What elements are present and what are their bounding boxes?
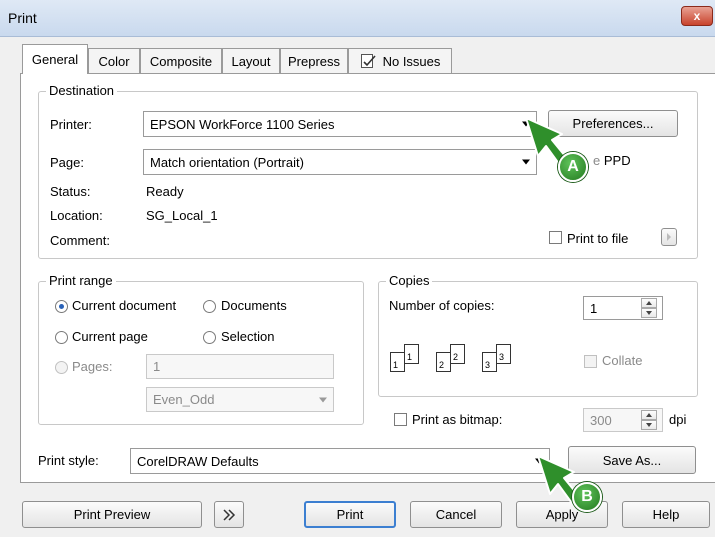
status-value: Ready — [146, 184, 184, 199]
number-of-copies-label: Number of copies: — [389, 298, 495, 313]
page-sheet: 1 — [390, 352, 405, 372]
print-preview-button[interactable]: Print Preview — [22, 501, 202, 528]
tab-no-issues[interactable]: No Issues — [348, 48, 452, 73]
tab-label: General — [31, 52, 79, 67]
print-as-bitmap-label: Print as bitmap: — [412, 412, 503, 427]
collate-checkbox[interactable] — [584, 355, 597, 368]
tab-label: Prepress — [287, 53, 341, 69]
arrow-up-icon — [646, 413, 652, 417]
documents-radio[interactable] — [203, 300, 216, 313]
close-icon: x — [693, 9, 701, 23]
dpi-up-button[interactable] — [641, 410, 657, 420]
current-document-radio[interactable] — [55, 300, 68, 313]
check-document-icon — [360, 54, 376, 68]
window-title: Print — [8, 10, 37, 26]
print-range-legend: Print range — [46, 273, 116, 288]
print-to-file-checkbox[interactable] — [549, 231, 562, 244]
pages-label: Pages: — [72, 359, 113, 374]
copies-up-button[interactable] — [641, 298, 657, 308]
pages-input[interactable]: 1 — [146, 354, 334, 379]
dpi-unit-label: dpi — [669, 412, 687, 427]
page-value: Match orientation (Portrait) — [150, 154, 304, 170]
page-sheet: 1 — [404, 344, 419, 364]
current-document-label: Current document — [72, 298, 177, 313]
page-sheet: 2 — [436, 352, 451, 372]
printer-label: Printer: — [50, 117, 92, 132]
use-ppd-label[interactable]: e PPD — [593, 153, 631, 168]
cancel-button[interactable]: Cancel — [410, 501, 502, 528]
tab-composite[interactable]: Composite — [140, 48, 222, 73]
double-chevron-right-icon — [223, 508, 236, 521]
copies-down-button[interactable] — [641, 308, 657, 318]
location-value: SG_Local_1 — [146, 208, 218, 223]
current-page-radio[interactable] — [55, 331, 68, 344]
ppd-text: PPD — [603, 153, 631, 168]
tab-prepress[interactable]: Prepress — [280, 48, 348, 73]
tab-layout[interactable]: Layout — [222, 48, 280, 73]
print-style-label: Print style: — [38, 453, 99, 468]
collate-preview-icon: 1 1 2 2 3 3 — [390, 344, 530, 372]
pages-value: 1 — [153, 359, 161, 374]
collate-label: Collate — [602, 353, 643, 368]
tab-general[interactable]: General — [22, 44, 88, 74]
callout-a-badge: A — [558, 152, 588, 182]
selection-radio[interactable] — [203, 331, 216, 344]
callout-b-badge: B — [572, 482, 602, 512]
dpi-down-button[interactable] — [641, 420, 657, 430]
print-button[interactable]: Print — [304, 501, 396, 528]
printer-value: EPSON WorkForce 1100 Series — [150, 116, 335, 132]
comment-label: Comment: — [50, 233, 110, 248]
tab-label: No Issues — [382, 53, 441, 69]
tab-label: Color — [98, 53, 130, 69]
copies-legend: Copies — [386, 273, 433, 288]
use-ppd-fragment: e — [593, 153, 601, 168]
page-sheet: 3 — [482, 352, 497, 372]
tab-label: Composite — [149, 53, 213, 69]
page-sheet: 2 — [450, 344, 465, 364]
current-page-label: Current page — [72, 329, 148, 344]
tab-color[interactable]: Color — [88, 48, 140, 73]
selection-label: Selection — [221, 329, 275, 344]
chevron-right-icon — [667, 233, 671, 241]
dpi-value: 300 — [590, 412, 612, 428]
status-label: Status: — [50, 184, 91, 199]
print-as-bitmap-checkbox[interactable] — [394, 413, 407, 426]
close-button[interactable]: x — [681, 6, 713, 26]
arrow-up-icon — [646, 301, 652, 305]
arrow-down-icon — [646, 311, 652, 315]
number-of-copies-value: 1 — [590, 300, 598, 316]
print-to-file-options-button[interactable] — [661, 228, 677, 246]
chevron-down-icon — [319, 397, 327, 402]
location-label: Location: — [50, 208, 103, 223]
even-odd-value: Even_Odd — [153, 392, 215, 407]
even-odd-select[interactable]: Even_Odd — [146, 387, 334, 412]
print-style-select[interactable]: CorelDRAW Defaults — [130, 448, 550, 474]
expand-preview-button[interactable] — [214, 501, 244, 528]
print-style-value: CorelDRAW Defaults — [137, 453, 259, 469]
page-label: Page: — [50, 155, 84, 170]
documents-label: Documents — [221, 298, 287, 313]
arrow-down-icon — [646, 423, 652, 427]
tab-label: Layout — [231, 53, 271, 69]
destination-legend: Destination — [46, 83, 118, 98]
print-to-file-label: Print to file — [567, 231, 629, 246]
page-sheet: 3 — [496, 344, 511, 364]
printer-select[interactable]: EPSON WorkForce 1100 Series — [143, 111, 537, 137]
title-bar — [0, 0, 715, 37]
pages-radio[interactable] — [55, 361, 68, 374]
page-select[interactable]: Match orientation (Portrait) — [143, 149, 537, 175]
help-button[interactable]: Help — [622, 501, 710, 528]
